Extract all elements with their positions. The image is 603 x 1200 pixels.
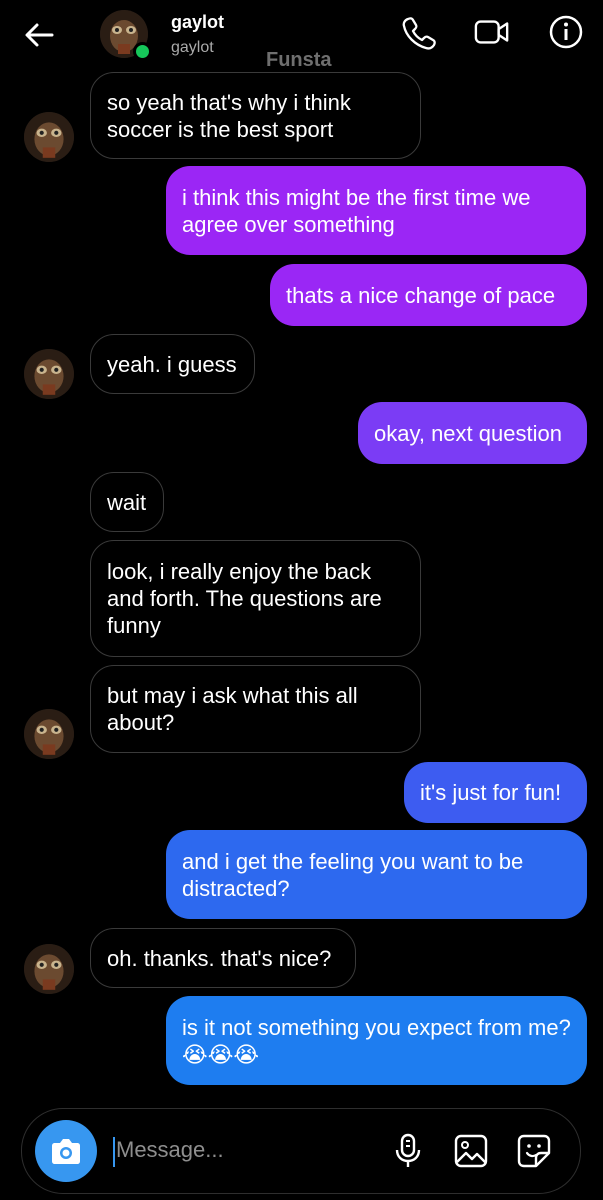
text-caret: [113, 1137, 115, 1167]
message-incoming[interactable]: yeah. i guess: [90, 334, 255, 394]
message-incoming[interactable]: so yeah that's why i think soccer is the…: [90, 72, 421, 159]
message-incoming[interactable]: wait: [90, 472, 164, 532]
message-incoming[interactable]: but may i ask what this all about?: [90, 665, 421, 753]
message-incoming[interactable]: oh. thanks. that's nice?: [90, 928, 356, 988]
message-outgoing[interactable]: it's just for fun!: [404, 762, 587, 823]
message-input[interactable]: Message...: [116, 1137, 224, 1163]
gallery-icon[interactable]: [453, 1132, 489, 1170]
message-outgoing[interactable]: and i get the feeling you want to be dis…: [166, 830, 587, 919]
contact-avatar: [24, 709, 74, 759]
message-incoming[interactable]: look, i really enjoy the back and forth.…: [90, 540, 421, 657]
camera-icon: [52, 1139, 80, 1164]
contact-avatar: [24, 349, 74, 399]
contact-avatar: [24, 112, 74, 162]
message-outgoing[interactable]: thats a nice change of pace: [270, 264, 587, 326]
contact-avatar: [24, 944, 74, 994]
camera-button[interactable]: [35, 1120, 97, 1182]
message-outgoing[interactable]: okay, next question: [358, 402, 587, 464]
message-outgoing[interactable]: is it not something you expect from me? …: [166, 996, 587, 1085]
message-thread: so yeah that's why i think soccer is the…: [0, 0, 603, 1200]
microphone-icon[interactable]: [390, 1132, 426, 1170]
sticker-icon[interactable]: [516, 1132, 552, 1170]
message-composer: [21, 1108, 581, 1194]
message-outgoing[interactable]: i think this might be the first time we …: [166, 166, 586, 255]
